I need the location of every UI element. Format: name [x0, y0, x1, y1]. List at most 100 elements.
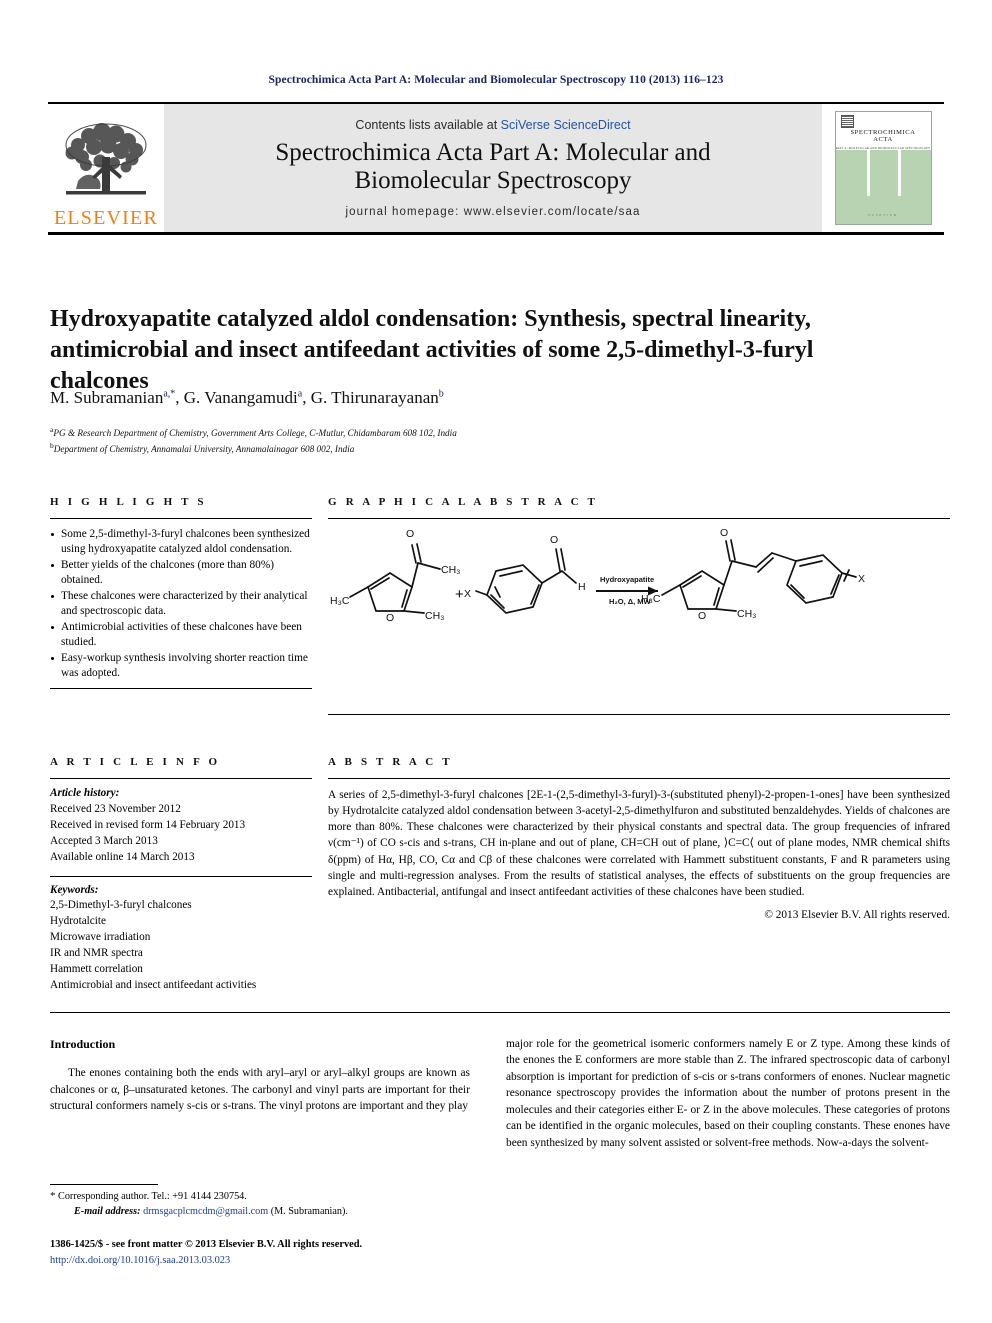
section-heading-introduction: Introduction: [50, 1037, 116, 1051]
reagent-above-arrow: Hydroxyapatite: [600, 575, 654, 584]
corresponding-author-text: Corresponding author. Tel.: +91 4144 230…: [58, 1191, 247, 1202]
running-head: Spectrochimica Acta Part A: Molecular an…: [268, 74, 724, 86]
corresponding-author-note: * Corresponding author. Tel.: +91 4144 2…: [50, 1189, 470, 1205]
cover-footer-text: ELSEVIER: [868, 213, 898, 217]
reaction-scheme-figure: O CH₃ H₃C CH₃ O + X O H Hydroxyapatite H…: [328, 519, 950, 714]
keyword-item: IR and NMR spectra: [50, 947, 143, 960]
contents-prefix: Contents lists available at: [355, 117, 501, 132]
label-ring-o-2: O: [698, 610, 706, 622]
footnote-block: * Corresponding author. Tel.: +91 4144 2…: [50, 1189, 470, 1220]
label-carbonyl-o-1: O: [406, 528, 414, 540]
label-h-aldehyde: H: [578, 581, 586, 593]
label-carbonyl-o-3: O: [720, 527, 728, 539]
cover-title-line2: ACTA: [873, 136, 893, 144]
highlights-heading: H I G H L I G H T S: [50, 496, 207, 508]
label-carbonyl-o-2: O: [550, 534, 558, 546]
label-h3c-2: H₃C: [641, 593, 661, 605]
history-item: Received in revised form 14 February 201…: [50, 818, 246, 831]
introduction-column-left: Introduction The enones containing both …: [50, 1036, 470, 1115]
affiliation-a-text: PG & Research Department of Chemistry, G…: [53, 428, 457, 439]
keyword-item: Antimicrobial and insect antifeedant act…: [50, 978, 257, 991]
keyword-item: Hydrotalcite: [50, 915, 106, 928]
article-history-label: Article history:: [50, 787, 120, 799]
author-2-marks: a: [297, 388, 303, 400]
elsevier-wordmark: ELSEVIER: [53, 207, 159, 229]
introduction-paragraph-left: The enones containing both the ends with…: [50, 1067, 470, 1113]
cover-bar-right: [897, 150, 901, 196]
journal-homepage[interactable]: journal homepage: www.elsevier.com/locat…: [346, 206, 641, 218]
abstract-copyright: © 2013 Elsevier B.V. All rights reserved…: [764, 908, 950, 921]
list-item: These chalcones were characterized by th…: [50, 589, 312, 619]
abstract-text: A series of 2,5-dimethyl-3-furyl chalcon…: [328, 789, 950, 898]
history-item: Accepted 3 March 2013: [50, 834, 158, 847]
keywords-label: Keywords:: [50, 883, 99, 896]
journal-masthead: ELSEVIER Contents lists available at Sci…: [48, 102, 944, 235]
affiliation-b: bDepartment of Chemistry, Annamalai Univ…: [50, 440, 910, 456]
email-note: E-mail address: drmsgacplcmcdm@gmail.com…: [50, 1205, 470, 1220]
journal-title: Spectrochimica Acta Part A: Molecular an…: [275, 138, 711, 194]
keyword-item: 2,5-Dimethyl-3-furyl chalcones: [50, 899, 192, 912]
footnote-rule: [50, 1184, 158, 1185]
page-title: Hydroxyapatite catalyzed aldol condensat…: [50, 306, 814, 394]
paper-page: Spectrochimica Acta Part A: Molecular an…: [0, 0, 992, 1323]
label-ring-o-1: O: [386, 612, 394, 624]
keywords-block: Keywords: 2,5-Dimethyl-3-furyl chalcones…: [50, 883, 312, 994]
highlights-list: Some 2,5-dimethyl-3-furyl chalcones been…: [50, 519, 312, 681]
author-2-name: G. Vanangamudi: [183, 388, 298, 407]
reaction-scheme-icon: O CH₃ H₃C CH₃ O + X O H Hydroxyapatite H…: [330, 527, 865, 624]
doi-link[interactable]: http://dx.doi.org/10.1016/j.saa.2013.03.…: [50, 1253, 490, 1269]
graphical-abstract-section: G R A P H I C A L A B S T R A C T O CH₃ …: [328, 496, 950, 715]
article-history: Article history: Received 23 November 20…: [50, 779, 312, 866]
affiliation-b-text: Department of Chemistry, Annamalai Unive…: [53, 444, 355, 455]
colophon: 1386-1425/$ - see front matter © 2013 El…: [50, 1237, 490, 1268]
elsevier-logo: ELSEVIER: [48, 104, 164, 232]
history-item: Received 23 November 2012: [50, 802, 181, 815]
history-item: Available online 14 March 2013: [50, 850, 195, 863]
label-x-1: X: [464, 588, 471, 600]
introduction-paragraph-right: major role for the geometrical isomeric …: [506, 1038, 950, 1149]
plus-sign: +: [455, 586, 464, 603]
label-x-2: X: [858, 573, 865, 585]
affiliation-list: aPG & Research Department of Chemistry, …: [50, 424, 910, 457]
keyword-item: Microwave irradiation: [50, 931, 151, 944]
introduction-column-right: major role for the geometrical isomeric …: [506, 1036, 950, 1151]
abstract-heading: A B S T R A C T: [328, 756, 453, 768]
masthead-center: Contents lists available at SciVerse Sci…: [164, 104, 822, 232]
email-owner: (M. Subramanian).: [270, 1205, 348, 1217]
journal-cover: SPECTROCHIMICA ACTA PART A: MOLECULAR AN…: [822, 104, 944, 232]
issn-line: 1386-1425/$ - see front matter © 2013 El…: [50, 1239, 363, 1250]
body-divider: [50, 1012, 950, 1013]
contents-available-line: Contents lists available at SciVerse Sci…: [355, 118, 630, 132]
author-list: M. Subramaniana,*, G. Vanangamudia, G. T…: [50, 388, 444, 407]
label-ch3-2: CH₃: [425, 610, 444, 622]
highlights-rule-bottom: [50, 688, 312, 690]
sciencedirect-link[interactable]: SciVerse ScienceDirect: [501, 118, 631, 132]
list-item: Antimicrobial activities of these chalco…: [50, 620, 312, 650]
list-item: Some 2,5-dimethyl-3-furyl chalcones been…: [50, 527, 312, 557]
highlights-section: H I G H L I G H T S Some 2,5-dimethyl-3-…: [50, 496, 312, 690]
cover-title-line1: SPECTROCHIMICA: [850, 129, 916, 136]
journal-cover-thumbnail: SPECTROCHIMICA ACTA PART A: MOLECULAR AN…: [834, 111, 932, 225]
email-label: E-mail address:: [74, 1205, 141, 1217]
graphical-abstract-rule-bottom: [328, 714, 950, 715]
cover-color-band: ELSEVIER: [835, 150, 931, 224]
cover-bar-left: [866, 150, 870, 196]
author-1-marks: a,*: [163, 388, 176, 400]
list-item: Better yields of the chalcones (more tha…: [50, 558, 312, 588]
author-3-marks: b: [438, 388, 444, 400]
list-item: Easy-workup synthesis involving shorter …: [50, 651, 312, 681]
abstract-section: A B S T R A C T A series of 2,5-dimethyl…: [328, 756, 950, 921]
graphical-abstract-heading: G R A P H I C A L A B S T R A C T: [328, 496, 599, 508]
email-link[interactable]: drmsgacplcmcdm@gmail.com: [143, 1206, 268, 1217]
label-ch3-3: CH₃: [737, 608, 756, 620]
elsevier-tree-icon: [65, 123, 147, 195]
article-info-separator: [50, 875, 312, 877]
article-info-heading: A R T I C L E I N F O: [50, 756, 221, 768]
footnote-star: *: [50, 1190, 56, 1202]
author-3-name: G. Thirunarayanan: [310, 388, 439, 407]
author-1-name: M. Subramanian: [50, 388, 164, 407]
article-info-section: A R T I C L E I N F O Article history: R…: [50, 756, 312, 994]
keyword-item: Hammett correlation: [50, 963, 143, 976]
cover-emblem-icon: [840, 115, 854, 128]
label-ch3-1: CH₃: [441, 564, 460, 576]
